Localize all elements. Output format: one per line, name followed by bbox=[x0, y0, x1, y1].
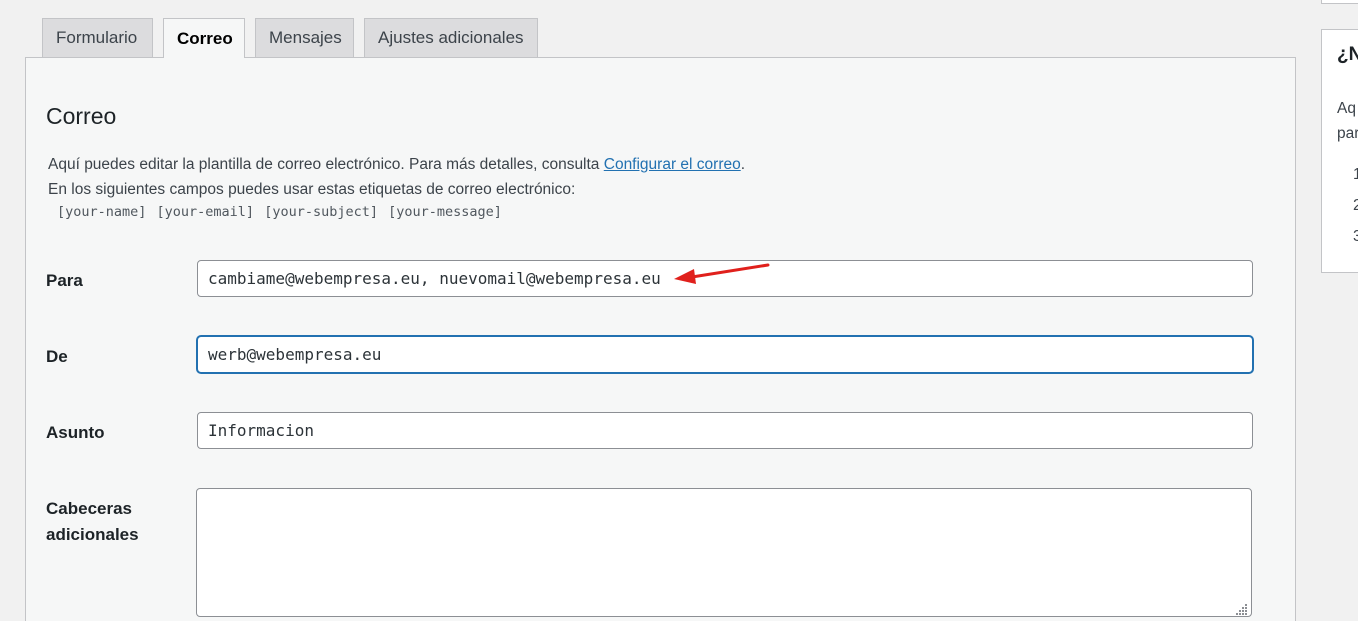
configure-mail-link[interactable]: Configurar el correo bbox=[604, 156, 741, 173]
tab-correo[interactable]: Correo bbox=[163, 18, 245, 58]
cabeceras-label-line-1: Cabeceras bbox=[46, 499, 133, 518]
asunto-label: Asunto bbox=[46, 423, 105, 442]
sidebar-text-line-1: Aq bbox=[1337, 100, 1356, 117]
mail-panel: Correo Aquí puedes editar la plantilla d… bbox=[25, 57, 1296, 621]
sidebar-list-item: 1 bbox=[1353, 159, 1358, 190]
description-period: . bbox=[740, 156, 746, 173]
tab-mensajes[interactable]: Mensajes bbox=[255, 18, 354, 57]
sidebar-title: ¿N bbox=[1337, 44, 1358, 65]
tab-ajustes-adicionales[interactable]: Ajustes adicionales bbox=[364, 18, 538, 57]
asunto-input[interactable] bbox=[197, 412, 1253, 449]
mail-tags: [your-name] [your-email] [your-subject] … bbox=[57, 204, 502, 220]
sidebar-box: ¿N Aq par 1 2 3 bbox=[1321, 29, 1358, 273]
tab-bar: Formulario Correo Mensajes Ajustes adici… bbox=[42, 18, 538, 58]
description-text: Aquí puedes editar la plantilla de corre… bbox=[48, 156, 604, 173]
mail-settings-screen: Formulario Correo Mensajes Ajustes adici… bbox=[0, 0, 1358, 621]
sidebar-text: Aq par bbox=[1337, 96, 1358, 146]
cabeceras-label-line-2: adicionales bbox=[46, 525, 139, 544]
tab-formulario[interactable]: Formulario bbox=[42, 18, 153, 57]
red-arrow-annotation bbox=[674, 263, 770, 284]
de-label: De bbox=[46, 347, 68, 366]
mail-description: Aquí puedes editar la plantilla de corre… bbox=[48, 152, 745, 202]
sidebar-text-line-2: par bbox=[1337, 125, 1358, 142]
para-label: Para bbox=[46, 271, 83, 290]
section-title: Correo bbox=[46, 103, 117, 129]
sidebar-list-item: 2 bbox=[1353, 190, 1358, 221]
sidebar-box-edge bbox=[1321, 0, 1358, 4]
resize-grip-icon[interactable] bbox=[1236, 603, 1248, 615]
cabeceras-textarea[interactable] bbox=[196, 488, 1252, 617]
sidebar-list: 1 2 3 bbox=[1353, 159, 1358, 252]
de-input[interactable] bbox=[197, 336, 1253, 373]
sidebar-list-item: 3 bbox=[1353, 221, 1358, 252]
description-line-2: En los siguientes campos puedes usar est… bbox=[48, 181, 576, 198]
cabeceras-label: Cabeceras adicionales bbox=[46, 496, 139, 548]
